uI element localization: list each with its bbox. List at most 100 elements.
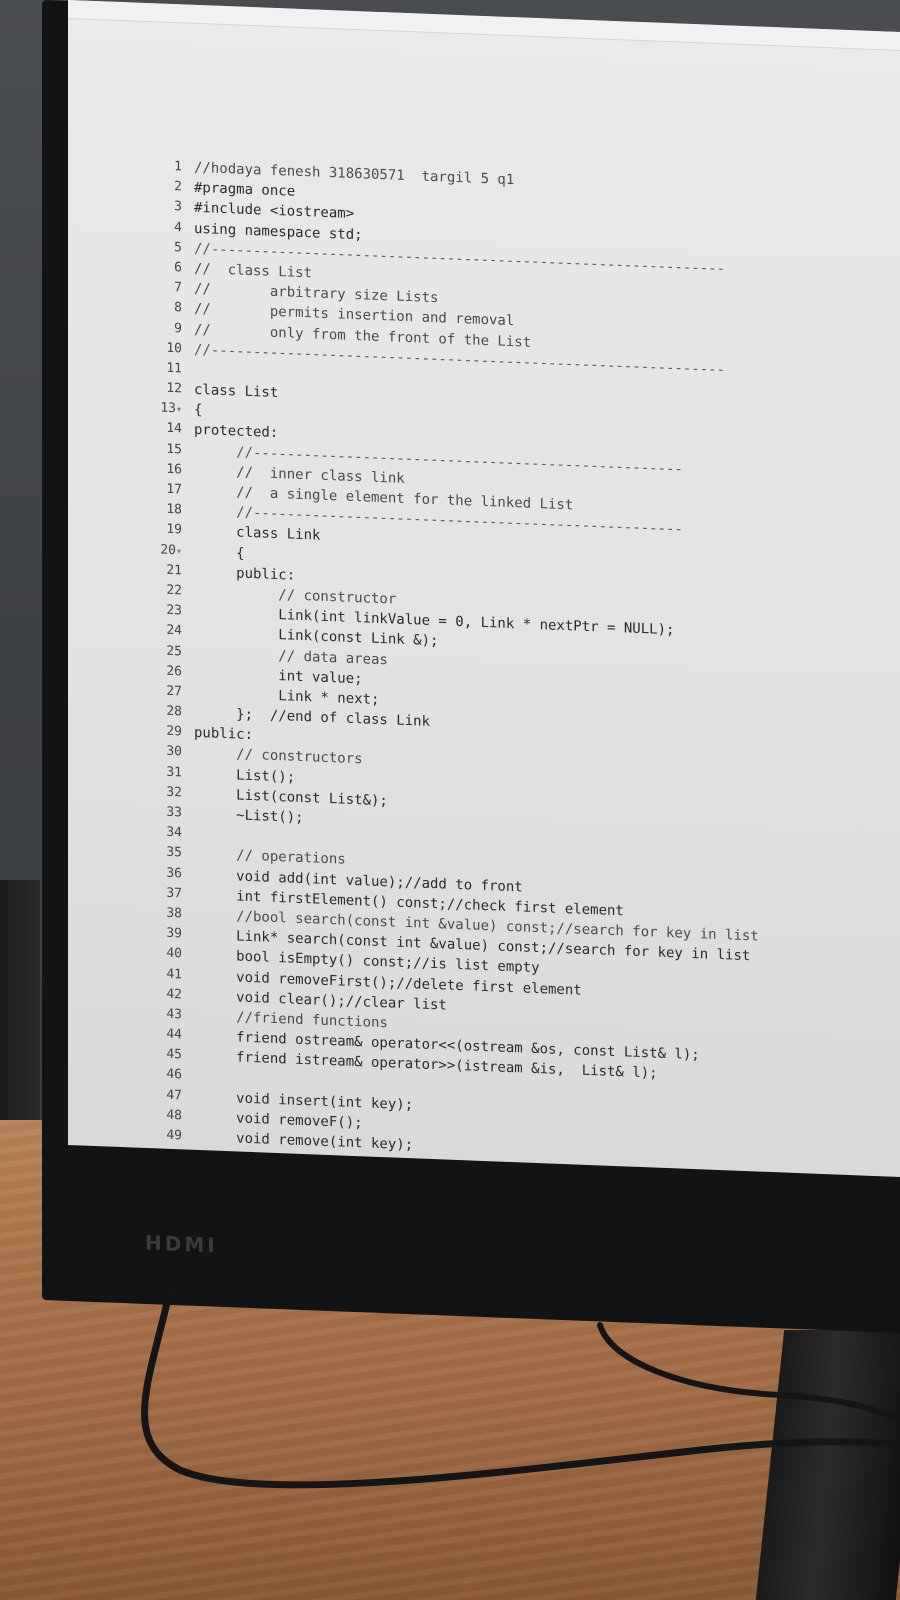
line-number-text: 44 [166, 1026, 182, 1043]
line-number: 35 [138, 844, 182, 861]
line-number: 33 [138, 804, 182, 821]
line-number: 47 [138, 1086, 182, 1103]
line-number: 16 [138, 461, 182, 478]
line-number-text: 48 [166, 1107, 182, 1124]
line-number: 19 [138, 521, 182, 538]
code-text: public: [194, 725, 254, 744]
line-number: 8 [138, 299, 182, 316]
line-number-text: 6 [174, 260, 182, 276]
line-number-text: 4 [174, 219, 182, 235]
line-number-text: 23 [166, 602, 182, 619]
line-number-text: 13 [160, 400, 176, 417]
code-text: class List [194, 381, 279, 402]
line-number: 1 [138, 158, 182, 175]
line-number-text: 45 [166, 1047, 182, 1063]
line-number: 45 [138, 1046, 182, 1063]
line-number-text: 18 [166, 501, 182, 518]
line-number-text: 21 [166, 562, 182, 579]
line-number: 4 [138, 218, 182, 235]
line-number: 32 [138, 784, 182, 801]
code-text: protected: [194, 422, 279, 442]
line-number: 12 [138, 380, 182, 397]
line-number: 42 [138, 985, 182, 1002]
line-number-text: 49 [166, 1127, 182, 1144]
fold-toggle-icon[interactable]: ▾ [176, 404, 182, 415]
line-number: 3 [138, 198, 182, 215]
line-number: 15 [138, 440, 182, 457]
monitor-screen: 1//hodaya fenesh 318630571 targil 5 q1 2 #… [68, 0, 900, 1177]
line-number: 39 [138, 925, 182, 942]
line-number-text: 17 [166, 481, 182, 498]
line-number-text: 27 [166, 683, 182, 700]
line-number-text: 32 [166, 784, 182, 801]
line-number: 48 [138, 1107, 182, 1124]
line-number: 28 [138, 703, 182, 720]
fold-toggle-icon[interactable]: ▾ [176, 546, 182, 557]
line-number-text: 19 [166, 522, 182, 538]
line-number-text: 26 [166, 663, 182, 680]
code-editor[interactable]: 1//hodaya fenesh 318630571 targil 5 q1 2 #… [138, 158, 898, 1177]
code-text: { [194, 402, 203, 419]
line-number-text: 22 [166, 582, 182, 599]
line-number-text: 33 [166, 804, 182, 821]
line-number-text: 20 [160, 542, 176, 558]
line-number: 10 [138, 339, 182, 356]
line-number: 43 [138, 1006, 182, 1023]
line-number: 30 [138, 743, 182, 760]
line-number: 46 [138, 1066, 182, 1083]
line-number: 5 [138, 238, 182, 255]
code-text: ~List(); [194, 805, 304, 827]
line-number-text: 29 [166, 724, 182, 740]
line-number-text: 42 [166, 986, 182, 1003]
line-number-text: 34 [166, 824, 182, 841]
code-text: public: [194, 563, 296, 584]
line-number-text: 9 [174, 320, 182, 336]
line-number-text: 1 [174, 159, 182, 175]
line-number: 9 [138, 319, 182, 336]
line-number-text: 25 [166, 643, 182, 659]
line-number-text: 46 [166, 1067, 182, 1083]
line-number-text: 47 [166, 1087, 182, 1104]
line-number-text: 43 [166, 1006, 182, 1023]
line-number: 27 [138, 683, 182, 700]
line-number: 34 [138, 824, 182, 841]
line-number-text: 30 [166, 744, 182, 760]
line-number-text: 16 [166, 461, 182, 478]
line-number-text: 11 [166, 360, 182, 377]
line-number: 20▾ [138, 541, 182, 558]
line-number-text: 8 [174, 300, 182, 316]
line-number-text: 7 [174, 280, 182, 296]
line-number: 22 [138, 582, 182, 599]
line-number-text: 14 [166, 421, 182, 437]
line-number: 21 [138, 561, 182, 579]
line-number-text: 2 [174, 179, 182, 195]
line-number: 25 [138, 642, 182, 659]
monitor-hdmi-label: HDMI [145, 1230, 218, 1258]
line-number-text: 38 [166, 905, 182, 922]
code-text: // class List [194, 260, 313, 282]
line-number: 29 [138, 723, 182, 740]
line-number: 24 [138, 622, 182, 639]
line-number: 14 [138, 420, 182, 437]
line-number: 23 [138, 602, 182, 619]
line-number: 11 [138, 360, 182, 377]
line-number: 40 [138, 945, 182, 962]
line-number-text: 35 [166, 845, 182, 861]
line-number: 36 [138, 864, 182, 881]
line-number-text: 39 [166, 925, 182, 942]
line-number: 2 [138, 178, 182, 195]
line-number: 7 [138, 279, 182, 296]
line-number-text: 3 [174, 199, 182, 215]
line-number: 38 [138, 905, 182, 922]
line-number: 31 [138, 763, 182, 780]
line-number: 18 [138, 501, 182, 518]
line-number-text: 28 [166, 703, 182, 720]
line-number: 41 [138, 965, 182, 982]
line-number: 6 [138, 259, 182, 276]
line-number-text: 31 [166, 764, 182, 781]
line-number: 37 [138, 884, 182, 902]
line-number-text: 10 [166, 340, 182, 357]
line-number-text: 37 [166, 885, 182, 902]
code-text: { [194, 543, 245, 562]
line-number: 26 [138, 662, 182, 679]
